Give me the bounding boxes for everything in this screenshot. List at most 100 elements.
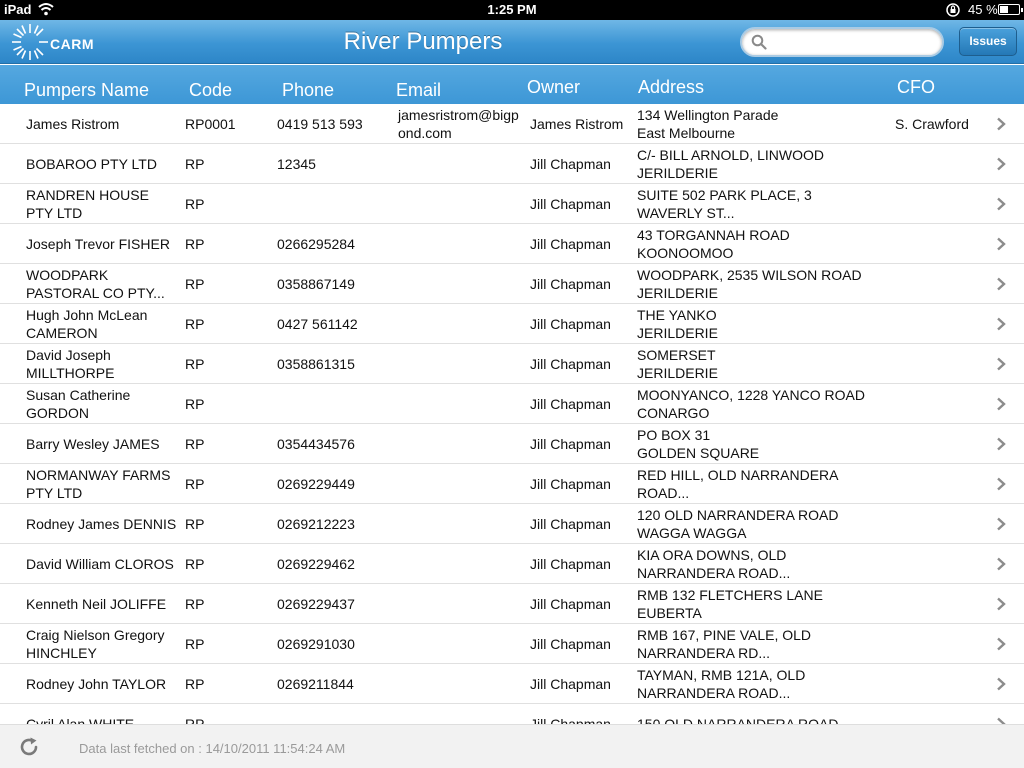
pumper-phone-text: 0269291030 xyxy=(277,636,355,652)
table-row[interactable]: Craig Nielson Gregory HINCHLEY RP 02692910… xyxy=(0,624,1024,664)
pumper-phone: 0269229449 xyxy=(277,464,387,504)
table-row[interactable]: Kenneth Neil JOLIFFE RP 0269229437 Jill Cha… xyxy=(0,584,1024,624)
pumper-name-text: RANDREN HOUSE PTY LTD xyxy=(26,187,149,221)
pumper-address: PO BOX 31 GOLDEN SQUARE xyxy=(637,424,887,464)
pumper-code: RP xyxy=(185,384,265,424)
chevron-right-icon[interactable] xyxy=(996,557,1006,571)
pumper-address: RMB 167, PINE VALE, OLD NARRANDERA RD... xyxy=(637,624,887,664)
chevron-right-icon[interactable] xyxy=(996,677,1006,691)
pumper-cfo xyxy=(895,144,985,184)
pumper-owner-text: Jill Chapman xyxy=(530,356,611,372)
pumper-address-text: 150 OLD NARRANDERA ROAD xyxy=(637,716,839,724)
pumper-code-text: RP xyxy=(185,636,205,652)
chevron-right-icon[interactable] xyxy=(996,437,1006,451)
pumper-code-text: RP xyxy=(185,556,205,572)
table-row[interactable]: BOBAROO PTY LTD RP 12345 Jill Chapman C/- BI… xyxy=(0,144,1024,184)
pumper-phone-text: 0358861315 xyxy=(277,356,355,372)
chevron-right-icon[interactable] xyxy=(996,357,1006,371)
chevron-right-icon[interactable] xyxy=(996,717,1006,724)
pumper-owner: Jill Chapman xyxy=(530,664,634,704)
table-row[interactable]: WOODPARK PASTORAL CO PTY... RP 0358867149 J… xyxy=(0,264,1024,304)
pumper-address-text: KIA ORA DOWNS, OLD NARRANDERA ROAD... xyxy=(637,547,791,581)
pumper-email xyxy=(398,424,520,464)
pumper-phone-text: 0269212223 xyxy=(277,516,355,532)
pumper-cfo xyxy=(895,424,985,464)
pumper-code-text: RP xyxy=(185,396,205,412)
pumper-code: RP xyxy=(185,144,265,184)
pumper-address-text: WOODPARK, 2535 WILSON ROAD JERILDERIE xyxy=(637,267,862,301)
pumper-code-text: RP xyxy=(185,676,205,692)
table-row[interactable]: Susan Catherine GORDON RP Jill Chapman MOON… xyxy=(0,384,1024,424)
pumper-email xyxy=(398,344,520,384)
table-row[interactable]: Barry Wesley JAMES RP 0354434576 Jill Chapm… xyxy=(0,424,1024,464)
pumper-owner-text: Jill Chapman xyxy=(530,196,611,212)
issues-button[interactable]: Issues xyxy=(959,27,1017,56)
pumper-code: RP xyxy=(185,424,265,464)
pumper-owner-text: Jill Chapman xyxy=(530,276,611,292)
pumper-name: Susan Catherine GORDON xyxy=(26,384,178,424)
pumper-address-text: RMB 167, PINE VALE, OLD NARRANDERA RD... xyxy=(637,627,812,661)
table-row[interactable]: Hugh John McLean CAMERON RP 0427 561142 Jil… xyxy=(0,304,1024,344)
table-row[interactable]: NORMANWAY FARMS PTY LTD RP 0269229449 Jill … xyxy=(0,464,1024,504)
chevron-right-icon[interactable] xyxy=(996,157,1006,171)
pumper-owner: Jill Chapman xyxy=(530,464,634,504)
pumper-code: RP xyxy=(185,704,265,724)
chevron-right-icon[interactable] xyxy=(996,117,1006,131)
pumper-phone: 0269211844 xyxy=(277,664,387,704)
table-row[interactable]: David Joseph MILLTHORPE RP 0358861315 Jill … xyxy=(0,344,1024,384)
pumper-cfo xyxy=(895,464,985,504)
pumper-phone: 0269229462 xyxy=(277,544,387,584)
chevron-right-icon[interactable] xyxy=(996,277,1006,291)
pumper-email xyxy=(398,624,520,664)
battery-icon xyxy=(998,4,1023,15)
pumper-email xyxy=(398,144,520,184)
table-row[interactable]: Joseph Trevor FISHER RP 0266295284 Jill Cha… xyxy=(0,224,1024,264)
search-input[interactable] xyxy=(772,32,932,52)
column-header-address: Address xyxy=(638,77,705,97)
chevron-right-icon[interactable] xyxy=(996,197,1006,211)
pumper-phone-text: 0269211844 xyxy=(277,676,354,692)
table-row[interactable]: RANDREN HOUSE PTY LTD RP Jill Chapman SUITE… xyxy=(0,184,1024,224)
pumper-email xyxy=(398,544,520,584)
pumpers-list[interactable]: James Ristrom RP0001 0419 513 593 jamesrist… xyxy=(0,104,1024,724)
pumper-address-text: 120 OLD NARRANDERA ROAD WAGGA WAGGA xyxy=(637,507,839,541)
pumper-code: RP xyxy=(185,184,265,224)
pumper-address-text: TAYMAN, RMB 121A, OLD NARRANDERA ROAD... xyxy=(637,667,806,701)
column-header-email: Email xyxy=(396,80,442,100)
pumper-owner: Jill Chapman xyxy=(530,544,634,584)
column-header-code: Code xyxy=(189,80,233,100)
chevron-right-icon[interactable] xyxy=(996,317,1006,331)
pumper-name: RANDREN HOUSE PTY LTD xyxy=(26,184,178,224)
chevron-right-icon[interactable] xyxy=(996,517,1006,531)
chevron-right-icon[interactable] xyxy=(996,477,1006,491)
table-row[interactable]: Rodney John TAYLOR RP 0269211844 Jill Chapm… xyxy=(0,664,1024,704)
pumper-address: RED HILL, OLD NARRANDERA ROAD... xyxy=(637,464,887,504)
chevron-right-icon[interactable] xyxy=(996,237,1006,251)
column-header-cfo: CFO xyxy=(897,77,935,97)
pumper-name-text: Susan Catherine GORDON xyxy=(26,387,131,421)
pumper-cfo xyxy=(895,224,985,264)
pumper-address-text: RED HILL, OLD NARRANDERA ROAD... xyxy=(637,467,839,501)
pumper-name: James Ristrom xyxy=(26,104,178,144)
table-row[interactable]: David William CLOROS RP 0269229462 Jill Cha… xyxy=(0,544,1024,584)
pumper-name-text: Rodney James DENNIS xyxy=(26,516,177,532)
pumper-name: David William CLOROS xyxy=(26,544,178,584)
pumper-address-text: MOONYANCO, 1228 YANCO ROAD CONARGO xyxy=(637,387,865,421)
pumper-code-text: RP xyxy=(185,236,205,252)
pumper-name: NORMANWAY FARMS PTY LTD xyxy=(26,464,178,504)
page-title: River Pumpers xyxy=(343,28,503,55)
search-bar[interactable] xyxy=(740,27,944,57)
chevron-right-icon[interactable] xyxy=(996,597,1006,611)
pumper-address-text: 134 Wellington Parade East Melbourne xyxy=(637,107,779,141)
pumper-cfo xyxy=(895,544,985,584)
table-row[interactable]: Rodney James DENNIS RP 0269212223 Jill Chap… xyxy=(0,504,1024,544)
pumper-email xyxy=(398,184,520,224)
chevron-right-icon[interactable] xyxy=(996,397,1006,411)
pumper-code: RP xyxy=(185,544,265,584)
table-row[interactable]: James Ristrom RP0001 0419 513 593 jamesrist… xyxy=(0,104,1024,144)
table-row[interactable]: Cyril Alan WHITE RP Jill Chapman 150 OLD NA… xyxy=(0,704,1024,724)
chevron-right-icon[interactable] xyxy=(996,637,1006,651)
pumper-name-text: David Joseph MILLTHORPE xyxy=(26,347,115,381)
refresh-icon[interactable] xyxy=(18,736,40,758)
battery-percent: 45 % xyxy=(968,2,998,17)
